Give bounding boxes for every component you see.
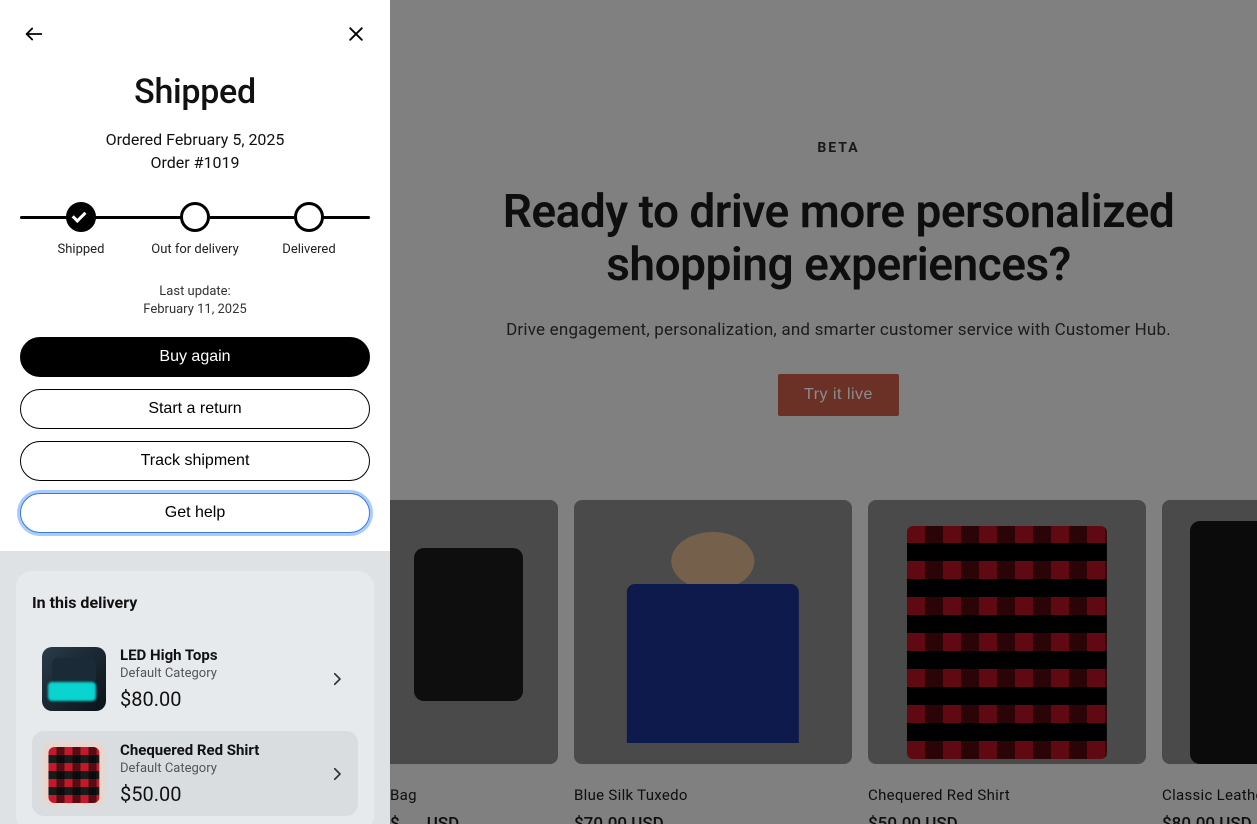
progress-step-shipped: Shipped (24, 202, 138, 257)
beta-badge: BETA (460, 140, 1217, 156)
item-name: Chequered Red Shirt (120, 741, 314, 759)
back-button[interactable] (20, 20, 48, 48)
progress-step-out-for-delivery: Out for delivery (138, 202, 252, 257)
checkmark-icon (66, 202, 96, 232)
item-category: Default Category (120, 761, 314, 776)
product-carousel: Bag $___ USD Blue Silk Tuxedo $70.00 USD… (390, 500, 1257, 824)
product-price: $70.00 USD (574, 814, 852, 824)
item-price: $80.00 (120, 687, 314, 711)
progress-step-delivered: Delivered (252, 202, 366, 257)
track-shipment-button[interactable]: Track shipment (20, 441, 370, 481)
product-price: $___ USD (390, 814, 558, 824)
product-image (868, 500, 1146, 764)
progress-dot-icon (294, 202, 324, 232)
product-card[interactable]: Chequered Red Shirt $50.00 USD (868, 500, 1146, 824)
close-button[interactable] (342, 20, 370, 48)
last-update-label: Last update: (159, 284, 230, 299)
delivery-card: In this delivery LED High Tops Default C… (16, 571, 374, 824)
product-name: Blue Silk Tuxedo (574, 786, 852, 804)
product-card[interactable]: Bag $___ USD (390, 500, 558, 824)
item-thumbnail (42, 647, 106, 711)
delivery-item-list: LED High Tops Default Category $80.00 Ch… (32, 636, 358, 816)
last-update-date: February 11, 2025 (143, 302, 246, 317)
product-image (574, 500, 852, 764)
order-status-title: Shipped (20, 72, 370, 112)
get-help-button[interactable]: Get help (20, 493, 370, 533)
progress-label: Out for delivery (151, 242, 238, 257)
product-card[interactable]: Blue Silk Tuxedo $70.00 USD (574, 500, 852, 824)
product-price: $50.00 USD (868, 814, 1146, 824)
chevron-right-icon (328, 670, 348, 688)
close-icon (346, 24, 366, 44)
item-price: $50.00 (120, 782, 314, 806)
product-image (1162, 500, 1257, 764)
product-name: Chequered Red Shirt (868, 786, 1146, 804)
hero-subtitle: Drive engagement, personalization, and s… (460, 320, 1217, 340)
progress-label: Delivered (282, 242, 335, 257)
hero-title: Ready to drive more personalized shoppin… (460, 186, 1217, 292)
product-image (390, 500, 558, 764)
progress-label: Shipped (58, 242, 105, 257)
delivery-item[interactable]: LED High Tops Default Category $80.00 (32, 636, 358, 721)
shipping-progress: Shipped Out for delivery Delivered (20, 202, 370, 257)
hero-section: BETA Ready to drive more personalized sh… (420, 140, 1257, 416)
product-name: Bag (390, 786, 558, 804)
item-name: LED High Tops (120, 646, 314, 664)
try-it-live-button[interactable]: Try it live (778, 374, 899, 416)
last-update: Last update: February 11, 2025 (20, 283, 370, 319)
order-date: Ordered February 5, 2025 (20, 130, 370, 149)
arrow-left-icon (23, 23, 45, 45)
order-status-drawer: Shipped Ordered February 5, 2025 Order #… (0, 0, 390, 824)
product-name: Classic Leather Ja (1162, 786, 1257, 804)
delivery-heading: In this delivery (32, 593, 358, 612)
product-price: $80.00 USD (1162, 814, 1257, 824)
chevron-right-icon (328, 765, 348, 783)
item-category: Default Category (120, 666, 314, 681)
product-card[interactable]: Classic Leather Ja $80.00 USD (1162, 500, 1257, 824)
order-number: Order #1019 (20, 153, 370, 172)
progress-dot-icon (180, 202, 210, 232)
buy-again-button[interactable]: Buy again (20, 337, 370, 377)
item-thumbnail (42, 742, 106, 806)
delivery-item[interactable]: Chequered Red Shirt Default Category $50… (32, 731, 358, 816)
start-return-button[interactable]: Start a return (20, 389, 370, 429)
order-actions: Buy again Start a return Track shipment … (20, 337, 370, 551)
